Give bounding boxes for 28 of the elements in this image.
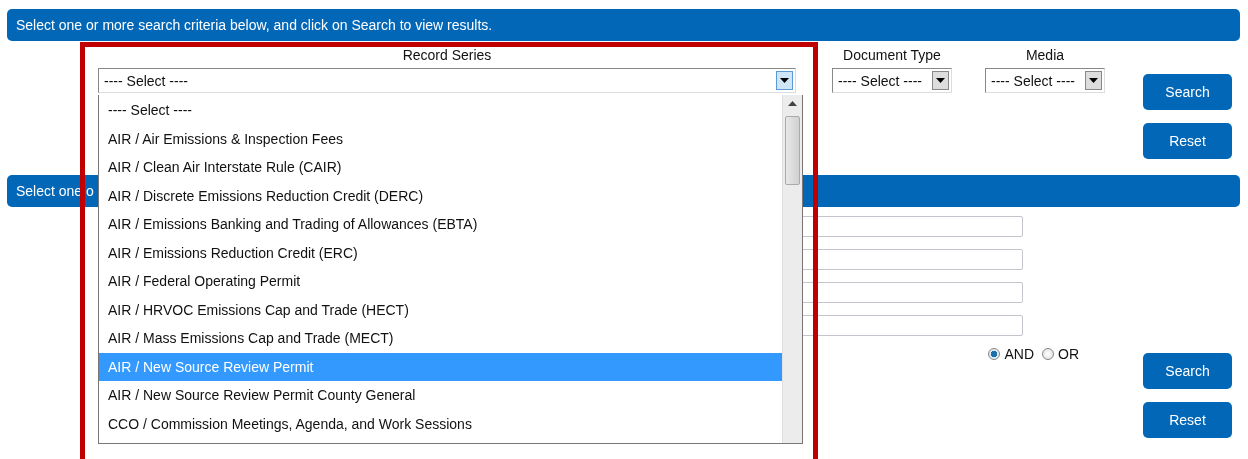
search-button[interactable]: Search <box>1143 353 1232 389</box>
field-label: Record Series <box>402 47 492 64</box>
radio-button[interactable] <box>988 348 1001 360</box>
document-type-select[interactable]: ---- Select ---- <box>832 68 952 93</box>
dropdown-option[interactable]: AIR / HRVOC Emissions Cap and Trade (HECT) <box>99 295 782 324</box>
dropdown-option[interactable]: AIR / Mass Emissions Cap and Trade (MECT) <box>99 324 782 353</box>
radio-button[interactable] <box>1042 348 1054 360</box>
reset-button[interactable]: Reset <box>1143 402 1232 438</box>
dropdown-option[interactable]: AIR / Federal Operating Permit <box>99 267 782 296</box>
radio-label[interactable]: OR <box>1058 346 1079 362</box>
scrollbar[interactable] <box>782 95 802 443</box>
media-select[interactable]: ---- Select ---- <box>985 68 1105 93</box>
dropdown-option[interactable]: AIR / New Source Review Permit County General <box>99 381 782 410</box>
record-series-select[interactable]: ---- Select ---- <box>98 68 796 93</box>
dropdown-option[interactable]: AIR / Discrete Emissions Reduction Credit (DERC) <box>99 181 782 210</box>
field-label: Document Type <box>843 47 941 64</box>
dropdown-option[interactable]: AIR / Air Emissions & Inspection Fees <box>99 124 782 153</box>
scroll-up-icon[interactable] <box>788 101 797 106</box>
instruction-banner: Select one or more search criteria below, and click on Search to view results. <box>7 9 1240 41</box>
search-button[interactable]: Search <box>1143 74 1232 110</box>
dropdown-option[interactable]: AIR / Emissions Banking and Trading of Allowances (EBTA) <box>99 210 782 239</box>
dropdown-option[interactable]: CCO / Commission Meetings, Agenda, and Work Sessions <box>99 409 782 438</box>
reset-button[interactable]: Reset <box>1143 123 1232 159</box>
field-label: Media <box>1025 47 1065 64</box>
scroll-thumb[interactable] <box>785 116 800 185</box>
dropdown-option[interactable]: AIR / Emissions Reduction Credit (ERC) <box>99 238 782 267</box>
dropdown-option[interactable]: ---- Select ---- <box>99 96 782 125</box>
radio-label[interactable]: AND <box>1004 346 1034 362</box>
